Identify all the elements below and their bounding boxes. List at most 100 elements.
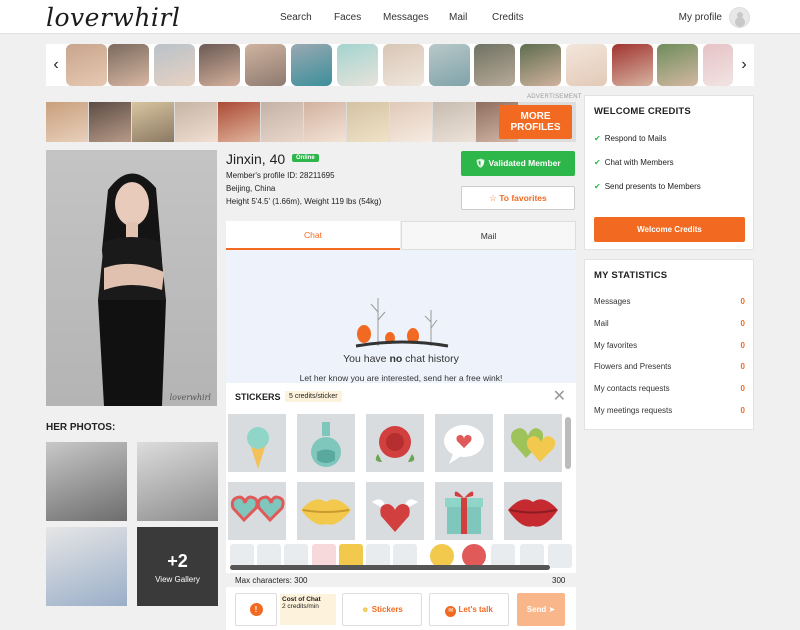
sticker-lips[interactable] [297, 482, 355, 540]
smile-icon: ☻ [361, 605, 370, 614]
send-button[interactable]: Send ➤ [517, 593, 565, 626]
carousel-thumb[interactable] [291, 44, 332, 86]
stat-value: 0 [740, 362, 745, 371]
chat-history-area: You have no chat history Let her know yo… [226, 250, 576, 383]
validated-member-button[interactable]: 🛡 Validated Member [461, 151, 575, 176]
face-carousel: ‹ › [46, 44, 754, 86]
sticker-rose[interactable] [366, 414, 424, 472]
online-badge: Online [292, 154, 319, 162]
carousel-thumb[interactable] [383, 44, 424, 86]
chevron-right-icon[interactable]: › [734, 44, 754, 86]
tab-chat[interactable]: Chat [226, 221, 400, 250]
nav-search[interactable]: Search [280, 12, 312, 23]
emoji-category-tab[interactable] [548, 544, 572, 568]
info-button[interactable]: ! [235, 593, 277, 626]
sticker-potion-bottle[interactable] [297, 414, 355, 472]
carousel-thumb[interactable] [245, 44, 286, 86]
top-header: loverwhirl Search Faces Messages Mail Cr… [0, 0, 800, 34]
stat-row-flowers-presents[interactable]: Flowers and Presents 0 [594, 362, 745, 371]
main-profile-photo[interactable]: loverwhirl [46, 150, 217, 406]
gallery-photo[interactable] [46, 442, 127, 521]
no-history-suffix: chat history [402, 353, 459, 365]
stat-row-meetings-requests[interactable]: My meetings requests 0 [594, 406, 745, 415]
site-logo[interactable]: loverwhirl [46, 3, 180, 32]
gallery-photo[interactable] [46, 527, 127, 606]
info-icon: ! [249, 603, 263, 616]
stat-label: My contacts requests [594, 384, 670, 393]
send-wink-hint: Let her know you are interested, send he… [299, 373, 503, 383]
sticker-hearts[interactable] [504, 414, 562, 472]
no-history-bold: no [389, 353, 403, 365]
sticker-heart-speech-bubble[interactable] [435, 414, 493, 472]
sticker-heart-glasses[interactable] [228, 482, 286, 540]
welcome-item-label: Chat with Members [604, 158, 674, 167]
stickers-scrollbar[interactable] [565, 417, 571, 469]
star-icon: ☆ [489, 193, 497, 203]
max-characters-label: Max characters: 300 [235, 576, 308, 585]
stickers-panel: STICKERS 5 credits/sticker ✕ [226, 383, 576, 573]
ad-thumb [390, 102, 432, 142]
ad-thumb [132, 102, 174, 142]
carousel-thumb[interactable] [612, 44, 653, 86]
tab-mail[interactable]: Mail [401, 221, 576, 250]
carousel-thumb[interactable] [703, 44, 733, 86]
emoji-tabs-scrollbar[interactable] [230, 565, 550, 570]
stat-label: My meetings requests [594, 406, 673, 415]
ad-thumb [46, 102, 88, 142]
carousel-thumb[interactable] [154, 44, 195, 86]
ad-thumb [347, 102, 389, 142]
carousel-thumb[interactable] [337, 44, 378, 86]
nav-credits[interactable]: Credits [492, 12, 524, 23]
view-gallery-label: View Gallery [155, 575, 200, 584]
send-arrow-icon: ➤ [548, 605, 556, 614]
ad-thumb [304, 102, 346, 142]
my-profile-link[interactable]: My profile [679, 12, 722, 23]
carousel-thumb[interactable] [474, 44, 515, 86]
chevron-left-icon[interactable]: ‹ [46, 44, 66, 86]
profile-location: Beijing, China [226, 184, 276, 193]
stat-row-mail[interactable]: Mail 0 [594, 319, 745, 328]
more-profiles-button[interactable]: MORE PROFILES [499, 105, 572, 139]
stickers-button[interactable]: ☻ Stickers [342, 593, 422, 626]
cost-of-chat-label: Cost of Chat [282, 596, 321, 603]
ad-banner[interactable] [46, 102, 576, 142]
welcome-item: ✔ Chat with Members [594, 158, 674, 167]
welcome-item-label: Respond to Mails [604, 134, 667, 143]
carousel-thumb[interactable] [429, 44, 470, 86]
sticker-winged-heart[interactable] [366, 482, 424, 540]
carousel-thumb[interactable] [66, 44, 107, 86]
stat-value: 0 [740, 319, 745, 328]
lets-talk-button[interactable]: ✉ Let's talk [429, 593, 509, 626]
carousel-thumb[interactable] [108, 44, 149, 86]
ad-thumb [218, 102, 260, 142]
check-icon: ✔ [594, 158, 601, 167]
sticker-red-lips[interactable] [504, 482, 562, 540]
gallery-photo[interactable] [137, 442, 218, 521]
profile-height-weight: Height 5'4.5' (1.66m), Weight 119 lbs (5… [226, 197, 382, 206]
stat-row-messages[interactable]: Messages 0 [594, 297, 745, 306]
her-photos-title: HER PHOTOS: [46, 422, 116, 433]
sticker-ice-cream[interactable] [228, 414, 286, 472]
welcome-credits-button[interactable]: Welcome Credits [594, 217, 745, 242]
carousel-thumb[interactable] [520, 44, 561, 86]
stickers-button-label: Stickers [371, 605, 403, 614]
stat-value: 0 [740, 384, 745, 393]
carousel-thumb[interactable] [199, 44, 240, 86]
shield-check-icon: 🛡 [475, 158, 487, 168]
stat-label: Flowers and Presents [594, 362, 672, 371]
nav-faces[interactable]: Faces [334, 12, 361, 23]
user-avatar[interactable] [729, 7, 750, 28]
woman-portrait-illustration [98, 173, 166, 406]
send-label: Send [526, 605, 547, 614]
stat-row-favorites[interactable]: My favorites 0 [594, 341, 745, 350]
carousel-thumb[interactable] [657, 44, 698, 86]
stat-value: 0 [740, 341, 745, 350]
nav-messages[interactable]: Messages [383, 12, 429, 23]
to-favorites-button[interactable]: ☆ To favorites [461, 186, 575, 210]
stat-row-contacts-requests[interactable]: My contacts requests 0 [594, 384, 745, 393]
sticker-gift-box[interactable] [435, 482, 493, 540]
nav-mail[interactable]: Mail [449, 12, 467, 23]
carousel-thumb[interactable] [566, 44, 607, 86]
close-icon[interactable]: ✕ [553, 386, 566, 406]
view-gallery-button[interactable]: +2 View Gallery [137, 527, 218, 606]
